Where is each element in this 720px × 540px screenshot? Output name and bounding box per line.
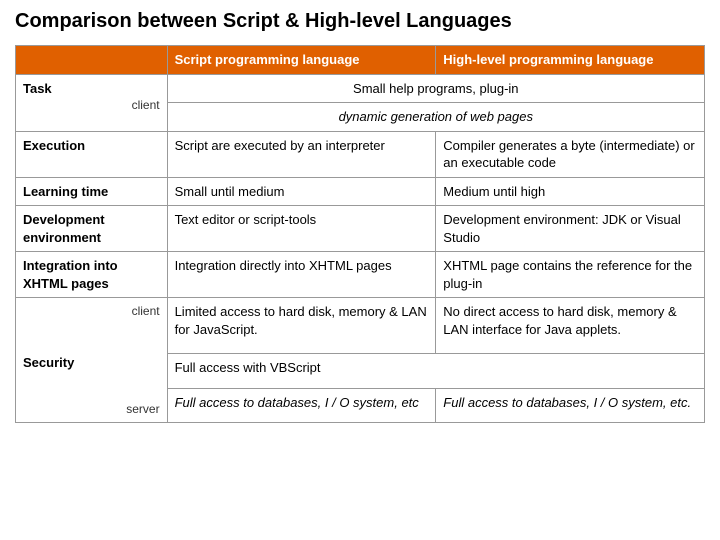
page-title: Comparison between Script & High-level L… <box>15 10 705 33</box>
table-row: client Security server Limited access to… <box>16 298 705 354</box>
security-client-col3: No direct access to hard disk, memory & … <box>436 298 705 354</box>
integration-col3: XHTML page contains the reference for th… <box>436 252 705 298</box>
security-main-label: Security <box>23 354 160 372</box>
execution-col3: Compiler generates a byte (intermediate)… <box>436 131 705 177</box>
table-row: Development environment Text editor or s… <box>16 206 705 252</box>
security-vbs-col2: Full access with VBScript <box>167 354 704 389</box>
execution-label: Execution <box>16 131 168 177</box>
development-col2: Text editor or script-tools <box>167 206 436 252</box>
security-server-label: server <box>126 401 159 417</box>
security-label: client Security server <box>16 298 168 423</box>
security-client-col2: Limited access to hard disk, memory & LA… <box>167 298 436 354</box>
integration-col2: Integration directly into XHTML pages <box>167 252 436 298</box>
security-server-col3: Full access to databases, I / O system, … <box>436 388 705 423</box>
table-row: Integration into XHTML pages Integration… <box>16 252 705 298</box>
table-header-row: Script programming language High-level p… <box>16 46 705 75</box>
header-col1 <box>16 46 168 75</box>
table-row: Execution Script are executed by an inte… <box>16 131 705 177</box>
task-client-merged: Small help programs, plug-in <box>167 74 704 103</box>
task-label: Task client <box>16 74 168 131</box>
security-server-col2: Full access to databases, I / O system, … <box>167 388 436 423</box>
learning-label: Learning time <box>16 177 168 206</box>
table-row: Learning time Small until medium Medium … <box>16 177 705 206</box>
comparison-table: Script programming language High-level p… <box>15 45 705 423</box>
development-label: Development environment <box>16 206 168 252</box>
development-col3: Development environment: JDK or Visual S… <box>436 206 705 252</box>
header-col2: Script programming language <box>167 46 436 75</box>
security-client-label: client <box>132 303 160 319</box>
integration-label: Integration into XHTML pages <box>16 252 168 298</box>
learning-col2: Small until medium <box>167 177 436 206</box>
learning-col3: Medium until high <box>436 177 705 206</box>
task-server-merged: dynamic generation of web pages <box>167 103 704 132</box>
table-row: Task client Small help programs, plug-in <box>16 74 705 103</box>
header-col3: High-level programming language <box>436 46 705 75</box>
execution-col2: Script are executed by an interpreter <box>167 131 436 177</box>
